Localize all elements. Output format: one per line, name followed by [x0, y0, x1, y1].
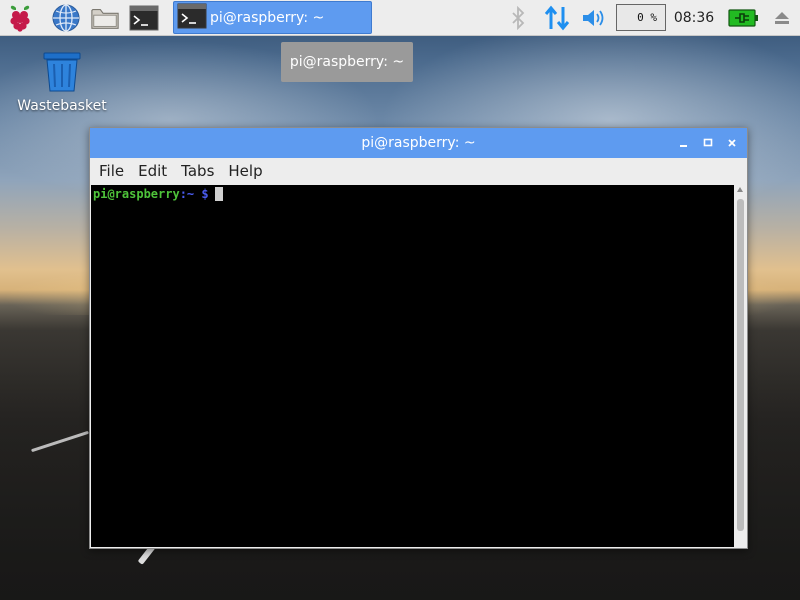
desktop-icon-wastebasket[interactable]: Wastebasket [14, 50, 110, 120]
bluetooth-icon[interactable] [506, 0, 530, 36]
minimize-button[interactable] [676, 135, 692, 151]
clock[interactable]: 08:36 [672, 0, 716, 36]
terminal-window[interactable]: pi@raspberry: ~ File Edit Tabs Help pi@r… [89, 127, 748, 549]
menu-file[interactable]: File [92, 158, 131, 184]
prompt-line: pi@raspberry:~ $ [93, 187, 223, 201]
raspberry-menu-icon[interactable] [5, 3, 35, 33]
file-manager-icon[interactable] [90, 3, 120, 33]
scrollbar-thumb[interactable] [737, 199, 744, 531]
web-browser-icon[interactable] [51, 3, 81, 33]
terminal-icon[interactable] [129, 3, 159, 33]
eject-icon[interactable] [770, 0, 794, 36]
close-button[interactable] [724, 135, 740, 151]
power-plug-icon[interactable] [726, 0, 760, 36]
menu-tabs[interactable]: Tabs [174, 158, 221, 184]
desktop-icon-label: Wastebasket [17, 98, 107, 114]
taskbar-tooltip: pi@raspberry: ~ [281, 42, 413, 82]
maximize-button[interactable] [700, 135, 716, 151]
volume-icon[interactable] [579, 0, 609, 36]
trash-icon [40, 50, 84, 94]
menu-edit[interactable]: Edit [131, 158, 174, 184]
prompt-path: :~ [179, 187, 195, 201]
network-updown-icon[interactable] [541, 0, 573, 36]
terminal-area[interactable]: pi@raspberry:~ $ [91, 185, 734, 547]
terminal-scrollbar[interactable] [735, 185, 746, 547]
menu-help[interactable]: Help [221, 158, 269, 184]
prompt-symbol: $ [201, 187, 209, 201]
window-titlebar[interactable]: pi@raspberry: ~ [90, 128, 747, 158]
taskbar-terminal-button[interactable]: pi@raspberry: ~ [173, 1, 372, 34]
terminal-icon [177, 3, 207, 33]
taskbar-terminal-label: pi@raspberry: ~ [210, 9, 325, 26]
scroll-up-arrow[interactable] [737, 187, 743, 192]
text-cursor [214, 187, 223, 201]
top-panel: pi@raspberry: ~ 0 % 08:36 [0, 0, 800, 36]
menu-bar: File Edit Tabs Help [90, 158, 747, 184]
prompt-user: pi@raspberry [93, 187, 180, 201]
window-title: pi@raspberry: ~ [361, 135, 476, 151]
cpu-usage-value: 0 % [637, 11, 657, 24]
cpu-usage-monitor[interactable]: 0 % [616, 4, 666, 31]
